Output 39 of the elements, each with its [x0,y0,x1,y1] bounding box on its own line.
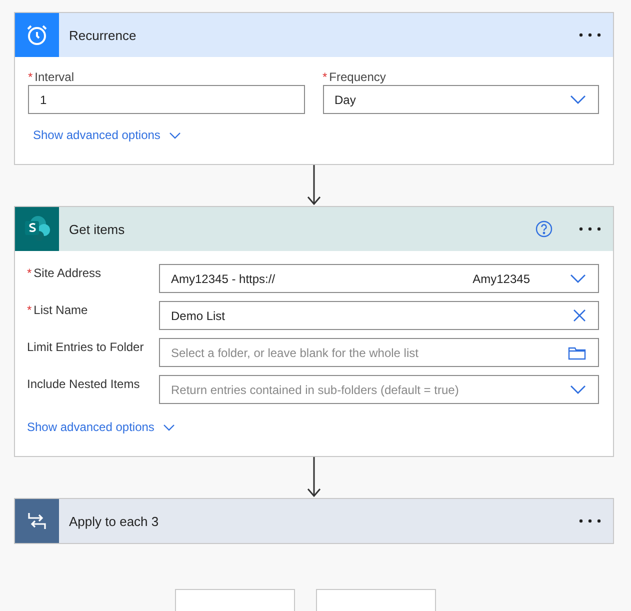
field-label: Frequency [329,70,386,84]
card-title: Recurrence [69,28,138,42]
card-header[interactable]: Recurrence [15,13,613,57]
sharepoint-logo-icon [23,215,51,243]
close-icon[interactable] [573,309,586,322]
field-label: Include Nested Items [27,377,140,393]
input-field[interactable]: Demo List [159,301,599,330]
card-header[interactable]: Get items [15,207,613,251]
dropdown-field[interactable]: Day [322,85,599,114]
required-asterisk: * [27,266,32,282]
folder-icon[interactable] [568,346,586,360]
more-options-icon[interactable] [579,227,601,231]
dropdown-field[interactable]: Amy12345 - https:// Amy12345 [159,264,599,293]
connector-arrow [307,165,321,206]
chevron-down-icon [570,274,586,283]
field-label: Interval [34,70,74,84]
required-asterisk: * [27,303,32,319]
dropdown-field[interactable]: Return entries contained in sub-folders (default = true) [159,375,599,404]
input-field[interactable]: Select a folder, or leave blank for the whole list [159,338,599,367]
field-label: Site Address [34,266,102,282]
show-advanced-options-link[interactable]: Show advanced options [33,128,160,142]
alarm-clock-icon [25,23,49,47]
chevron-down-icon[interactable] [163,424,176,430]
more-options-icon[interactable] [579,519,601,523]
card-header[interactable]: Apply to each 3 [15,499,613,543]
chevron-down-icon [570,95,586,104]
card-title: Apply to each 3 [69,514,160,528]
required-asterisk: * [28,70,33,84]
show-advanced-options-link[interactable]: Show advanced options [27,420,154,434]
more-options-icon[interactable] [579,33,601,37]
help-icon[interactable] [535,220,553,238]
field-label: Limit Entries to Folder [27,340,144,356]
chevron-down-icon[interactable] [169,132,182,138]
required-asterisk: * [322,70,328,84]
input-field[interactable]: 1 [28,85,304,114]
card-title: Get items [69,222,126,236]
connector-arrow [307,457,321,498]
field-label: List Name [34,303,88,319]
chevron-down-icon [570,385,586,394]
